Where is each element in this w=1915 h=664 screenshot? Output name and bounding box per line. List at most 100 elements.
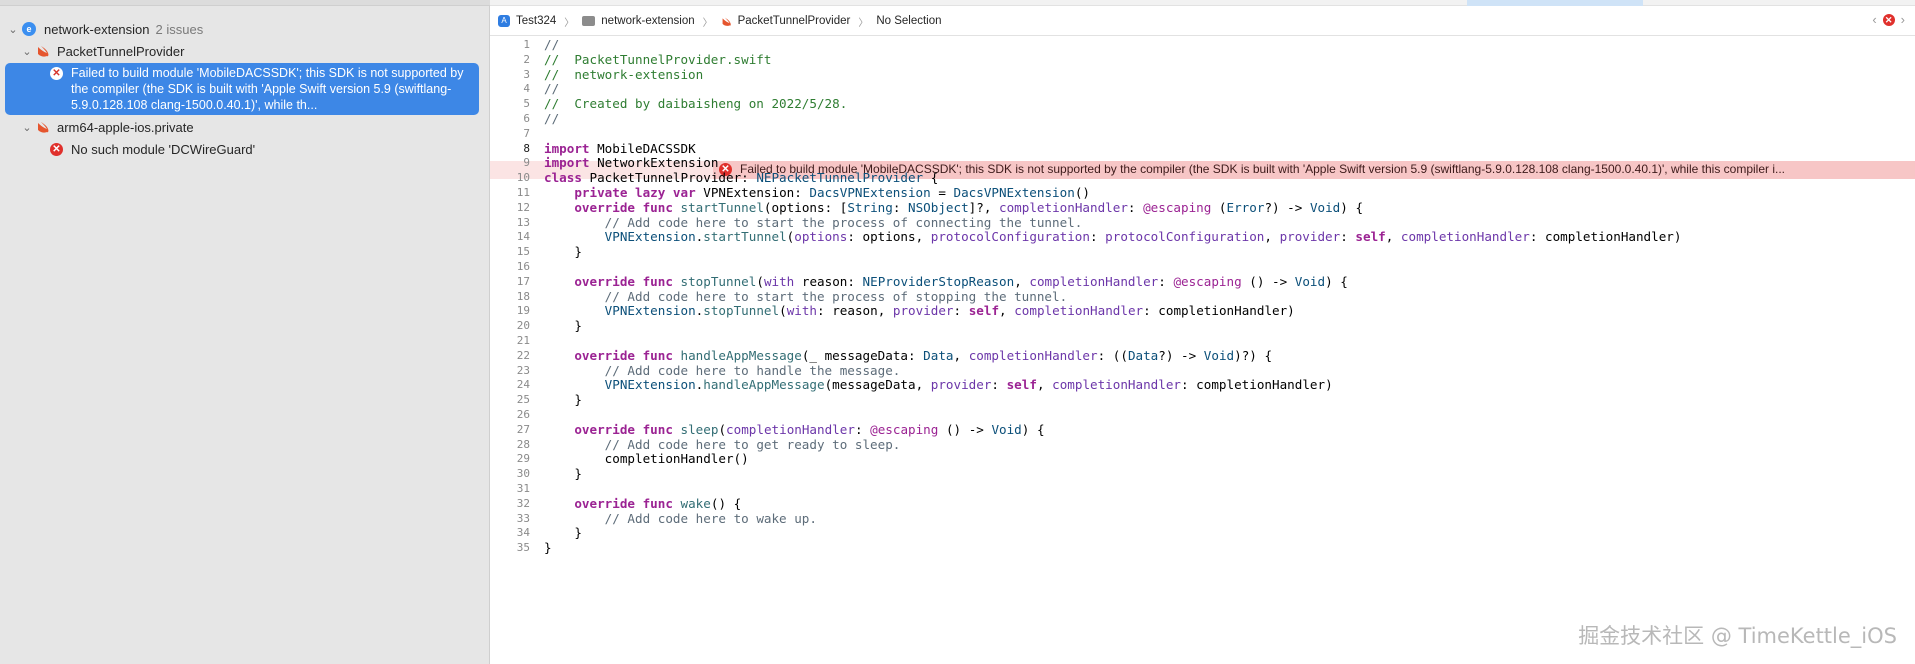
code-token: wake: [680, 495, 711, 511]
code-token: MobileDACSSDK: [589, 140, 696, 156]
navigator-top-divider: [0, 0, 490, 6]
code-token: NSObject: [908, 199, 969, 215]
chevron-down-icon[interactable]: ⌄: [20, 45, 34, 58]
code-token: startTunnel: [680, 199, 764, 215]
code-token: // PacketTunnelProvider.swift: [544, 51, 772, 67]
code-token: :: [991, 377, 1007, 393]
chevron-down-icon[interactable]: ⌄: [6, 23, 20, 36]
code-token: : completionHandler): [1143, 303, 1295, 319]
code-token: handleAppMessage: [703, 377, 825, 393]
code-token: override func: [574, 347, 673, 363]
code-token: NEPacketTunnelProvider: [756, 170, 924, 186]
project-name: network-extension: [44, 21, 150, 37]
swift-file-icon: [722, 17, 731, 26]
code-line: VPNExtension.stopTunnel(with: reason, pr…: [544, 302, 1295, 320]
code-token: // network-extension: [544, 66, 704, 82]
code-token: Void: [991, 421, 1022, 437]
source-editor[interactable]: ✕ Failed to build module 'MobileDACSSDK'…: [490, 36, 1915, 664]
code-token: Void: [1294, 273, 1326, 289]
code-token: protocolConfiguration: [1105, 229, 1265, 245]
code-token: ]?,: [968, 199, 1000, 215]
code-token: : completionHandler): [1181, 377, 1333, 393]
issue-navigator: ⌄ e network-extension 2 issues ⌄ PacketT…: [0, 0, 490, 664]
code-token: ,: [1264, 229, 1280, 245]
group-name: arm64-apple-ios.private: [57, 119, 194, 135]
code-line: // Add code here to wake up.: [544, 510, 817, 528]
tab-bar-strip: [490, 0, 1915, 6]
code-token: }: [544, 318, 582, 334]
project-row[interactable]: ⌄ e network-extension 2 issues: [6, 18, 203, 40]
code-token: import: [544, 140, 590, 156]
swift-file-icon: [38, 46, 49, 57]
code-token: options: [794, 229, 848, 245]
error-icon[interactable]: ✕: [1882, 13, 1895, 26]
code-line: VPNExtension.startTunnel(options: option…: [544, 228, 1682, 246]
folder-icon: [582, 16, 596, 26]
code-token: PacketTunnelProvider:: [581, 170, 757, 186]
code-token: // Add code here to get ready to sleep.: [604, 436, 901, 452]
code-token: Data: [923, 347, 954, 363]
swift-target-icon: [38, 122, 49, 133]
code-line: }: [544, 465, 582, 483]
code-token: with: [763, 273, 795, 289]
code-token: import: [544, 155, 590, 171]
code-token: =: [930, 185, 954, 200]
code-token: completionHandler: [1029, 273, 1159, 289]
code-line: }: [544, 243, 582, 261]
jump-bar: A Test324 〉 network-extension 〉 PacketTu…: [490, 0, 1915, 36]
code-token: ?) ->: [1264, 199, 1310, 215]
code-token: (: [779, 303, 787, 319]
crumb-selection[interactable]: No Selection: [876, 15, 941, 27]
code-token: completionHandler: [1052, 377, 1182, 393]
issue-row-selected[interactable]: ✕ Failed to build module 'MobileDACSSDK'…: [5, 63, 479, 115]
code-token: (: [718, 421, 727, 437]
code-token: }: [544, 466, 582, 482]
code-token: NetworkExtension: [589, 155, 719, 171]
code-token: (messageData,: [824, 377, 931, 393]
line-number: 35: [516, 541, 530, 555]
breadcrumb: A Test324 〉 network-extension 〉 PacketTu…: [498, 13, 942, 29]
code-token: sleep: [680, 421, 719, 437]
previous-issue-icon[interactable]: ‹: [1872, 12, 1876, 27]
active-tab-indicator[interactable]: [1467, 0, 1643, 6]
code-token: // Created by daibaisheng on 2022/5/28.: [544, 96, 848, 112]
code-token: override func: [574, 273, 673, 289]
group-name: PacketTunnelProvider: [57, 43, 185, 59]
code-token: DacsVPNExtension: [953, 185, 1075, 200]
code-token: reason:: [794, 273, 863, 289]
group-row-packettunnelprovider[interactable]: ⌄ PacketTunnelProvider: [20, 40, 184, 62]
code-token: override func: [574, 495, 673, 511]
crumb-file[interactable]: PacketTunnelProvider: [738, 15, 851, 27]
crumb-folder[interactable]: network-extension: [601, 15, 694, 27]
next-issue-icon[interactable]: ›: [1901, 12, 1905, 27]
code-token: self: [1006, 377, 1037, 393]
chevron-right-icon: 〉: [858, 17, 869, 29]
code-token: ) {: [1325, 273, 1348, 289]
code-token: completionHandler: [968, 347, 1098, 363]
code-token: VPNExtension: [604, 377, 696, 393]
code-token: :: [1340, 229, 1356, 245]
crumb-project[interactable]: Test324: [516, 15, 556, 27]
chevron-down-icon[interactable]: ⌄: [20, 121, 34, 134]
code-token: //: [544, 37, 560, 52]
code-token: completionHandler(): [544, 451, 749, 467]
chevron-right-icon: 〉: [702, 17, 713, 29]
issue-row[interactable]: ✕ No such module 'DCWireGuard': [50, 138, 255, 160]
group-row-arm64[interactable]: ⌄ arm64-apple-ios.private: [20, 116, 194, 138]
code-token: ,: [1014, 273, 1030, 289]
code-token: self: [968, 303, 1000, 319]
code-token: }: [544, 540, 552, 556]
code-token: :: [1089, 229, 1106, 245]
code-token: ,: [953, 347, 969, 363]
code-token: : options,: [847, 229, 931, 245]
code-token: ) {: [1340, 199, 1364, 215]
issue-message: No such module 'DCWireGuard': [71, 141, 256, 157]
